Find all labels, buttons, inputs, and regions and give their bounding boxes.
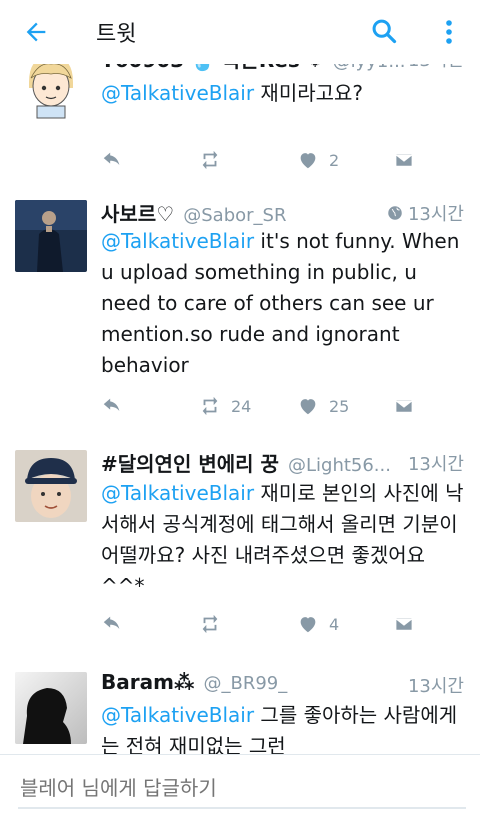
tweet-text: @TalkativeBlair it's not funny. When u u…	[101, 229, 460, 377]
tweet[interactable]: T60903 💧 숙은Res ❄ @lyy1... 13시간 @Talkative…	[0, 64, 480, 183]
retweet-button[interactable]	[199, 612, 231, 636]
reply-icon	[103, 616, 120, 630]
reply-icon	[103, 152, 120, 166]
timestamp: 13시간	[408, 64, 464, 72]
tweet-text: @TalkativeBlair 재미라고요?	[101, 81, 364, 105]
like-count: 25	[329, 396, 350, 416]
user-handle: @lyy1...	[333, 64, 406, 72]
avatar[interactable]	[15, 200, 87, 272]
tweet[interactable]: Baram⁂ @_BR99_ 13시간 @TalkativeBlair 그를 좋…	[0, 654, 480, 754]
like-button[interactable]: 4	[297, 612, 339, 636]
heart-icon	[300, 399, 316, 415]
retweet-icon	[202, 150, 218, 170]
like-count: 4	[329, 614, 340, 634]
app-header: 트윗	[0, 0, 480, 64]
like-button[interactable]: 25	[297, 394, 349, 418]
tweet[interactable]: 사보르♡ @Sabor_SR 13시간 @TalkativeBlair it's…	[0, 182, 480, 433]
envelope-icon	[395, 398, 413, 414]
display-name[interactable]: T60903	[101, 64, 184, 72]
tweet-actions: 4	[101, 612, 421, 636]
timestamp: 13시간	[407, 676, 464, 697]
mention-link[interactable]: @TalkativeBlair	[101, 81, 254, 105]
mention-link[interactable]: @TalkativeBlair	[101, 481, 254, 505]
like-button[interactable]: 2	[297, 148, 339, 172]
profile-photo-image	[15, 672, 87, 744]
user-handle: @Sabor_SR	[183, 205, 287, 226]
reply-button[interactable]	[101, 612, 123, 636]
reply-composer	[0, 754, 480, 817]
retweet-button[interactable]	[199, 148, 231, 172]
like-count: 2	[329, 150, 340, 170]
envelope-icon	[395, 616, 413, 632]
tweet-actions: 24 25	[101, 394, 421, 418]
search-icon[interactable]	[370, 17, 398, 45]
profile-photo-image	[15, 450, 87, 522]
tweet-text: @TalkativeBlair 그를 좋아하는 사람에게는 전혀 재미없는 그런	[101, 703, 458, 754]
back-arrow-icon[interactable]	[22, 18, 50, 46]
mention-link[interactable]: @TalkativeBlair	[101, 229, 254, 253]
mention-link[interactable]: @TalkativeBlair	[101, 703, 254, 727]
avatar[interactable]	[15, 64, 87, 120]
user-handle: @Light56...	[287, 455, 391, 476]
retweet-button[interactable]: 24	[199, 394, 251, 418]
tweet-text: @TalkativeBlair 재미로 본인의 사진에 낙서해서 공식계정에 태…	[101, 481, 464, 598]
page-title: 트윗	[96, 22, 137, 47]
timestamp: 13시간	[386, 200, 464, 226]
reply-button[interactable]	[101, 394, 123, 418]
tweet-actions: 2	[101, 148, 421, 172]
tweet[interactable]: #달의연인 변에리 꿍 @Light56... 13시간 @TalkativeB…	[0, 432, 480, 655]
direct-message-button[interactable]	[393, 148, 415, 172]
user-handle: @_BR99_	[203, 673, 288, 694]
display-name[interactable]: 사보르♡	[101, 202, 174, 226]
display-name-suffix: 💧 숙은Res ❄	[190, 64, 323, 72]
envelope-icon	[395, 152, 413, 168]
retweet-count: 24	[231, 396, 252, 416]
reply-input[interactable]	[18, 769, 466, 809]
reply-button[interactable]	[101, 148, 123, 172]
heart-icon	[300, 153, 316, 169]
avatar[interactable]	[15, 450, 87, 522]
direct-message-button[interactable]	[393, 612, 415, 636]
heart-icon	[300, 617, 316, 633]
reply-feed[interactable]: T60903 💧 숙은Res ❄ @lyy1... 13시간 @Talkative…	[0, 64, 480, 754]
cartoon-avatar-image	[15, 64, 87, 120]
more-options-icon[interactable]	[442, 16, 456, 48]
globe-icon	[388, 206, 402, 220]
display-name[interactable]: Baram⁂	[101, 670, 194, 694]
reply-icon	[103, 398, 120, 412]
profile-photo-image	[15, 200, 87, 272]
retweet-icon	[202, 614, 218, 634]
avatar[interactable]	[15, 672, 87, 744]
timestamp: 13시간	[407, 454, 464, 475]
direct-message-button[interactable]	[393, 394, 415, 418]
retweet-icon	[202, 396, 218, 416]
display-name[interactable]: #달의연인 변에리 꿍	[101, 452, 279, 476]
